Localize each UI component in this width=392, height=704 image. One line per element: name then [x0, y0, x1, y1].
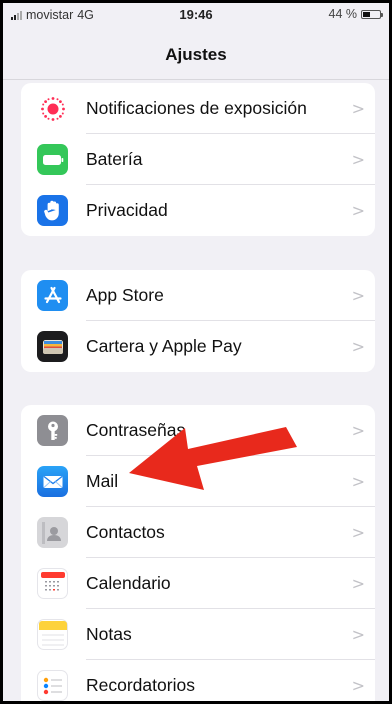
chevron-right-icon: >	[351, 201, 365, 220]
settings-row-battery[interactable]: Batería >	[21, 134, 375, 185]
wallet-icon	[37, 331, 68, 362]
chevron-right-icon: >	[351, 286, 365, 305]
row-label: Privacidad	[86, 200, 168, 220]
key-icon	[37, 415, 68, 446]
settings-row-mail[interactable]: Mail >	[21, 456, 375, 507]
settings-row-wallet[interactable]: Cartera y Apple Pay >	[21, 321, 375, 372]
battery-percent: 44 %	[328, 7, 358, 21]
settings-screen: movistar 4G 19:46 44 % Ajustes Notificac…	[3, 3, 389, 701]
chevron-right-icon: >	[351, 523, 365, 542]
chevron-right-icon: >	[351, 676, 365, 695]
settings-row-contacts[interactable]: Contactos >	[21, 507, 375, 558]
row-label: App Store	[86, 285, 164, 305]
battery-status-icon	[361, 9, 383, 19]
row-label: Batería	[86, 149, 143, 169]
row-label: Recordatorios	[86, 675, 195, 695]
chevron-right-icon: >	[351, 150, 365, 169]
settings-row-exposure-notifications[interactable]: Notificaciones de exposición >	[21, 83, 375, 134]
contacts-icon	[37, 517, 68, 548]
settings-row-passwords[interactable]: Contraseñas >	[21, 405, 375, 456]
chevron-right-icon: >	[351, 472, 365, 491]
status-bar: movistar 4G 19:46 44 %	[3, 3, 389, 25]
notes-icon	[37, 619, 68, 650]
status-right: 44 %	[328, 7, 383, 21]
settings-row-notes[interactable]: Notas >	[21, 609, 375, 660]
row-label: Calendario	[86, 573, 171, 593]
chevron-right-icon: >	[351, 421, 365, 440]
row-label: Contraseñas	[86, 420, 186, 440]
app-store-icon	[37, 280, 68, 311]
hand-icon	[37, 195, 68, 226]
row-label: Contactos	[86, 522, 165, 542]
chevron-right-icon: >	[351, 625, 365, 644]
chevron-right-icon: >	[351, 574, 365, 593]
mail-icon	[37, 466, 68, 497]
calendar-icon	[37, 568, 68, 599]
reminders-icon	[37, 670, 68, 701]
settings-row-app-store[interactable]: App Store >	[21, 270, 375, 321]
page-title: Ajustes	[165, 45, 227, 64]
row-label: Notas	[86, 624, 132, 644]
row-label: Mail	[86, 471, 119, 491]
settings-group-2: App Store > Cartera y Apple Pay >	[21, 270, 375, 372]
settings-group-1: Notificaciones de exposición > Batería >…	[21, 83, 375, 236]
settings-row-reminders[interactable]: Recordatorios >	[21, 660, 375, 701]
row-label: Notificaciones de exposición	[86, 98, 307, 118]
settings-row-calendar[interactable]: Calendario >	[21, 558, 375, 609]
chevron-right-icon: >	[351, 337, 365, 356]
chevron-right-icon: >	[351, 99, 365, 118]
row-label: Cartera y Apple Pay	[86, 336, 242, 356]
nav-divider	[3, 79, 389, 80]
battery-icon	[37, 144, 68, 175]
settings-row-privacy[interactable]: Privacidad >	[21, 185, 375, 236]
settings-group-3: Contraseñas > Mail > Contactos > Calenda…	[21, 405, 375, 701]
exposure-icon	[37, 93, 68, 124]
